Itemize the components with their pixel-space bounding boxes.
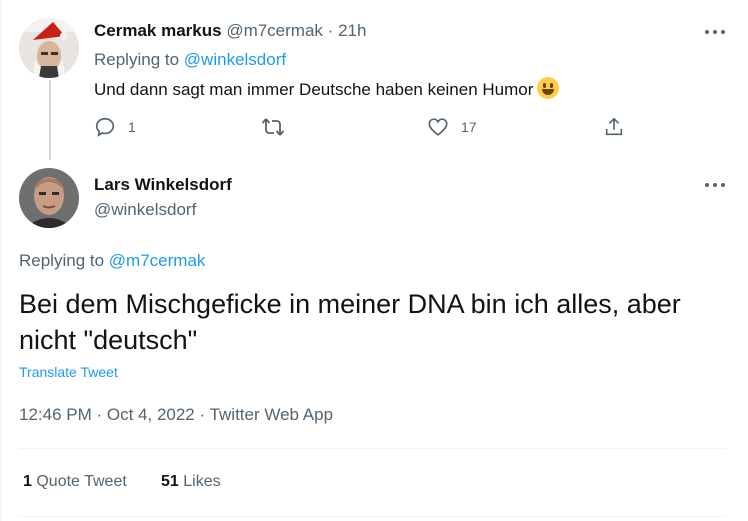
- main-tweet-text-line1: Bei dem Mischgeficke in meiner DNA bin i…: [19, 289, 681, 319]
- share-action[interactable]: [603, 116, 625, 138]
- main-author-name[interactable]: Lars Winkelsdorf: [94, 175, 232, 195]
- thread-connector-line: [49, 80, 51, 160]
- divider-top: [19, 448, 726, 449]
- header-separator: ·: [327, 21, 334, 40]
- like-action[interactable]: 17: [427, 116, 477, 138]
- main-author-handle[interactable]: @winkelsdorf: [94, 200, 196, 220]
- reply-icon: [95, 117, 115, 137]
- avatar-cermak-image: [19, 18, 79, 78]
- reply-author-handle[interactable]: @m7cermak: [226, 21, 323, 40]
- quote-tweets-label: Quote Tweet: [36, 473, 127, 490]
- tweet-thread: Cermak markus @m7cermak · 21h Replying t…: [0, 0, 748, 521]
- quote-tweets-stat[interactable]: 1 Quote Tweet: [23, 473, 127, 491]
- retweet-action[interactable]: [261, 116, 297, 138]
- share-icon: [605, 117, 623, 136]
- main-more-icon[interactable]: [705, 182, 725, 188]
- likes-count: 51: [161, 473, 179, 490]
- main-replying-to-prefix: Replying to: [19, 251, 105, 270]
- quote-tweets-count: 1: [23, 473, 32, 490]
- reply-replying-to: Replying to @winkelsdorf: [94, 50, 286, 70]
- main-replying-to: Replying to @m7cermak: [19, 251, 205, 271]
- reply-tweet-text: Und dann sagt man immer Deutsche haben k…: [94, 77, 560, 100]
- reply-count: 1: [128, 119, 136, 135]
- tweet-timestamp[interactable]: 12:46 PM · Oct 4, 2022 ·: [19, 405, 210, 424]
- retweet-icon: [261, 118, 285, 136]
- translate-tweet-link[interactable]: Translate Tweet: [19, 364, 118, 380]
- main-tweet-text-line2: nicht "deutsch": [19, 325, 198, 355]
- reply-tweet-header: Cermak markus @m7cermak · 21h: [94, 21, 366, 41]
- likes-stat[interactable]: 51 Likes: [161, 473, 221, 491]
- avatar-winkelsdorf-image: [19, 168, 79, 228]
- like-count: 17: [461, 119, 477, 135]
- avatar-cermak[interactable]: [19, 18, 79, 78]
- avatar-winkelsdorf[interactable]: [19, 168, 79, 228]
- tweet-source[interactable]: Twitter Web App: [210, 405, 333, 424]
- main-replying-to-handle-link[interactable]: @m7cermak: [109, 251, 206, 270]
- grinning-face-icon: [537, 77, 560, 99]
- likes-label: Likes: [183, 473, 221, 490]
- replying-to-prefix: Replying to: [94, 50, 180, 69]
- reply-action[interactable]: 1: [94, 116, 136, 138]
- divider-bottom: [19, 516, 726, 517]
- replying-to-handle-link[interactable]: @winkelsdorf: [184, 50, 286, 69]
- like-icon: [428, 118, 448, 136]
- reply-time-ago[interactable]: 21h: [338, 21, 366, 40]
- tweet-timestamp-row: 12:46 PM · Oct 4, 2022 · Twitter Web App: [19, 405, 333, 425]
- main-tweet-text: Bei dem Mischgeficke in meiner DNA bin i…: [19, 286, 681, 358]
- reply-text: Und dann sagt man immer Deutsche haben k…: [94, 80, 534, 99]
- reply-more-icon[interactable]: [705, 29, 725, 35]
- reply-author-name[interactable]: Cermak markus: [94, 21, 222, 40]
